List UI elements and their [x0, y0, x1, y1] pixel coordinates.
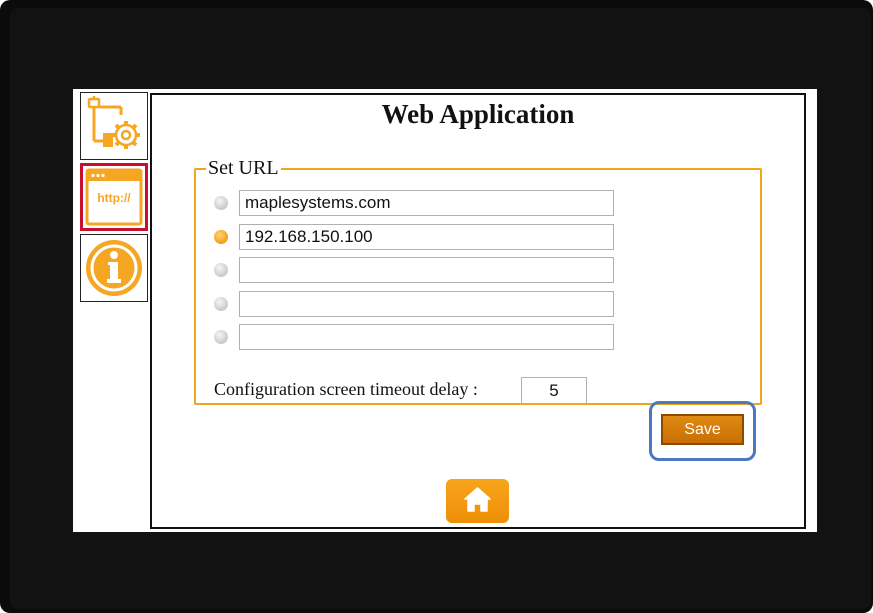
url-radio-1[interactable] — [214, 196, 228, 210]
http-browser-icon: http:// — [85, 168, 143, 226]
url-input-3[interactable] — [239, 257, 614, 283]
url-input-1[interactable] — [239, 190, 614, 216]
url-radio-3[interactable] — [214, 263, 228, 277]
http-icon-text: http:// — [97, 191, 131, 205]
sidebar-item-web-application[interactable]: http:// — [80, 163, 148, 231]
url-input-5[interactable] — [239, 324, 614, 350]
sidebar-item-info[interactable] — [80, 234, 148, 302]
main-panel: Web Application Set URL Configuration sc… — [150, 93, 806, 529]
save-button[interactable]: Save — [661, 414, 744, 445]
url-radio-4[interactable] — [214, 297, 228, 311]
set-url-legend: Set URL — [208, 157, 279, 179]
sidebar: http:// — [80, 92, 150, 302]
home-icon — [464, 487, 491, 512]
sidebar-item-network-settings[interactable] — [80, 92, 148, 160]
url-input-2[interactable] — [239, 224, 614, 250]
set-url-group: Set URL Configuration screen timeout del… — [194, 157, 762, 405]
network-gear-icon — [87, 96, 140, 149]
timeout-input[interactable] — [521, 377, 587, 404]
url-radio-5[interactable] — [214, 330, 228, 344]
home-button[interactable] — [446, 479, 509, 523]
info-icon — [86, 240, 142, 296]
page-title: Web Application — [381, 99, 575, 129]
timeout-label: Configuration screen timeout delay : — [214, 379, 478, 399]
url-radio-2-selected[interactable] — [214, 230, 228, 244]
url-input-4[interactable] — [239, 291, 614, 317]
